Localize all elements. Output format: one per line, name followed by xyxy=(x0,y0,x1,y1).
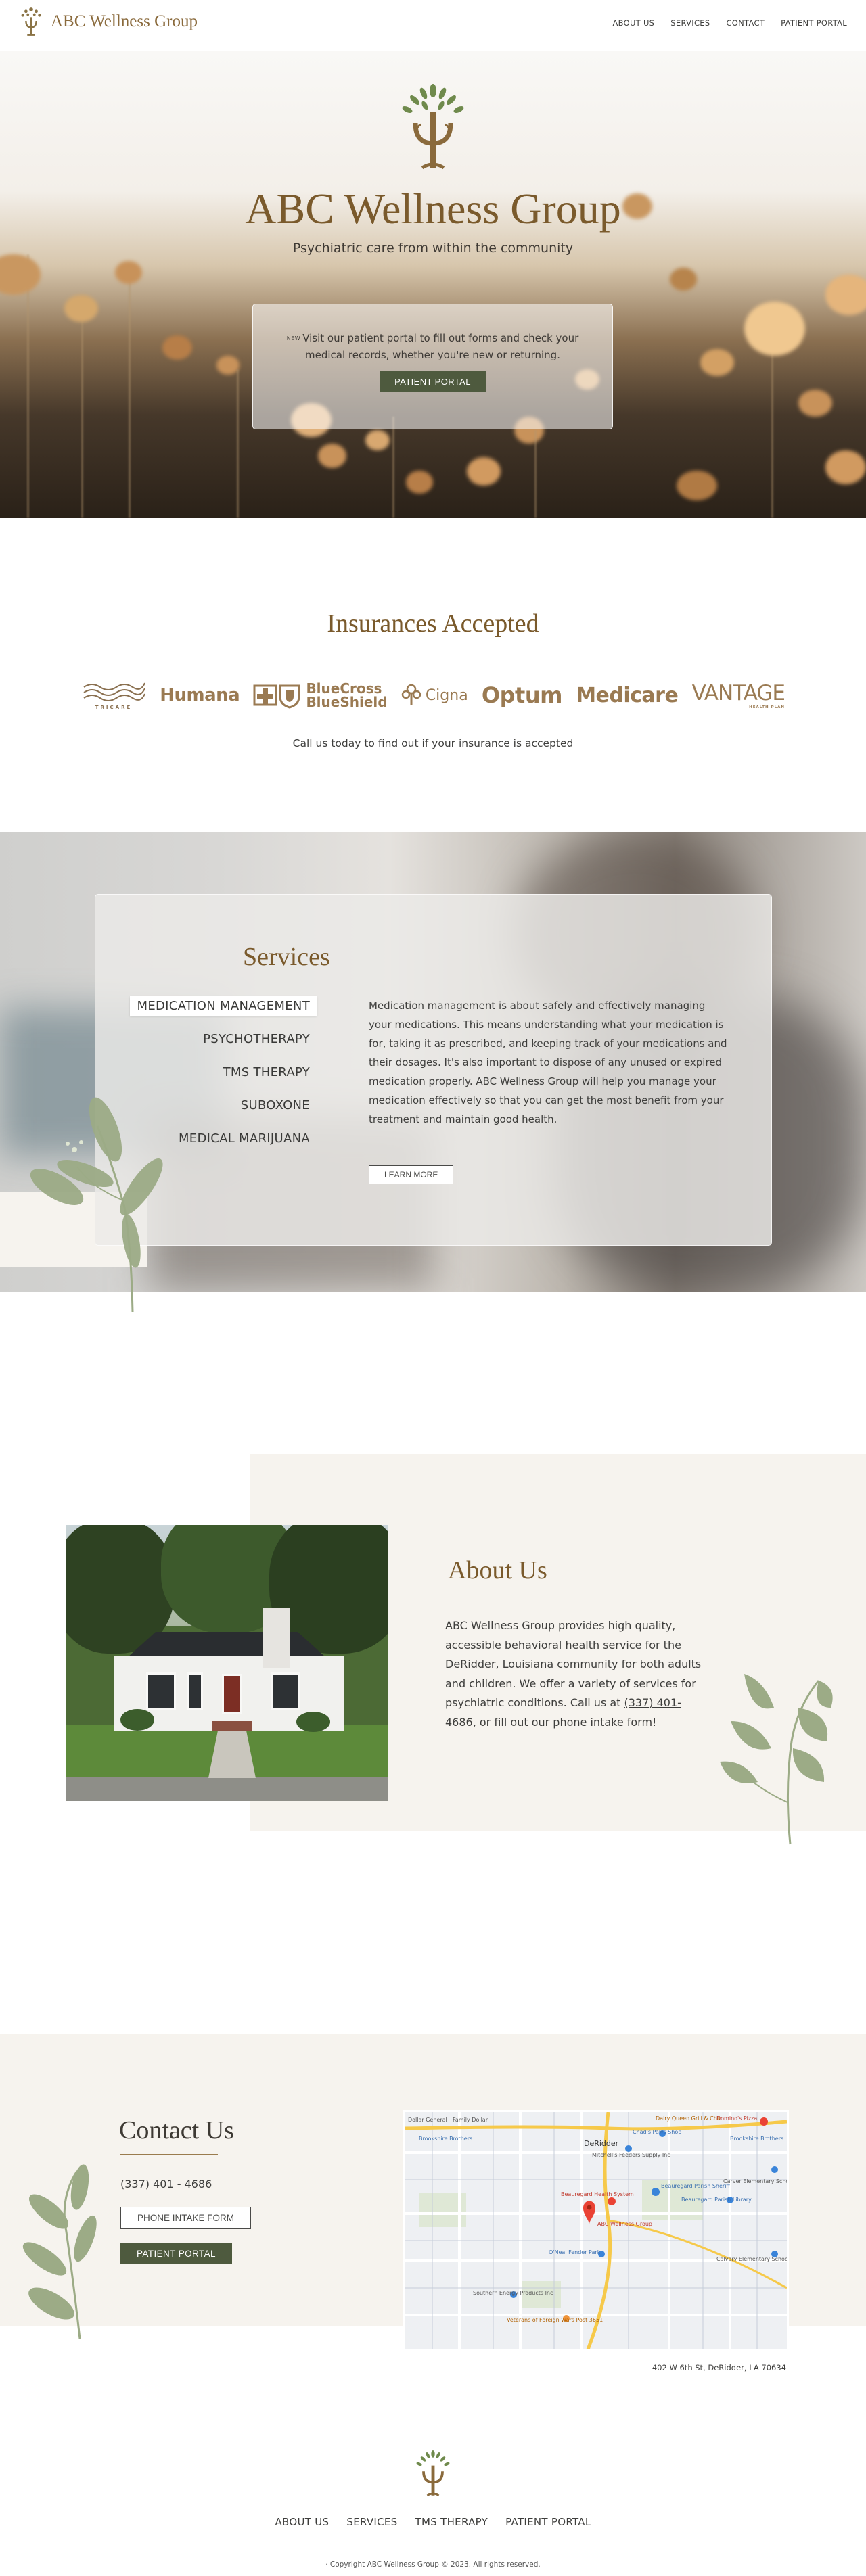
hero-section: ABC Wellness Group Psychiatric care from… xyxy=(0,51,866,518)
nav-link-patient-portal[interactable]: PATIENT PORTAL xyxy=(781,18,847,28)
cross-shield-icon xyxy=(253,684,300,709)
about-title: About Us xyxy=(448,1556,547,1585)
service-tab-psychotherapy[interactable]: PSYCHOTHERAPY xyxy=(196,1029,317,1049)
phone-intake-form-button[interactable]: PHONE INTAKE FORM xyxy=(120,2207,252,2229)
copyright: · Copyright ABC Wellness Group © 2023. A… xyxy=(325,2560,541,2569)
insurance-call-text: Call us today to find out if your insura… xyxy=(292,737,574,749)
service-tab-medication-management[interactable]: MEDICATION MANAGEMENT xyxy=(130,996,317,1016)
medicare-logo: Medicare xyxy=(576,683,679,707)
footer-link-tms-therapy[interactable]: TMS THERAPY xyxy=(415,2516,488,2528)
contact-title: Contact Us xyxy=(119,2116,234,2145)
insurance-logos: TRICARE Humana BlueCross BlueShield Cign xyxy=(81,675,785,716)
brand[interactable]: ABC Wellness Group xyxy=(18,5,198,38)
patient-portal-description: Visit our patient portal to fill out for… xyxy=(302,332,579,361)
svg-text:Mitchell's Feeders Supply Inc: Mitchell's Feeders Supply Inc xyxy=(592,2152,670,2158)
svg-text:Carver Elementary School: Carver Elementary School xyxy=(723,2178,787,2184)
contact-title-underline xyxy=(120,2154,218,2155)
footer-logo-icon xyxy=(416,2450,450,2496)
nav-link-contact[interactable]: CONTACT xyxy=(726,18,765,28)
hero-title: ABC Wellness Group xyxy=(245,185,621,233)
svg-text:Chad's Paws Shop: Chad's Paws Shop xyxy=(633,2129,681,2135)
svg-text:Brookshire Brothers: Brookshire Brothers xyxy=(730,2136,783,2142)
location-map[interactable]: Dollar General Family Dollar Dairy Queen… xyxy=(403,2110,789,2351)
insurances-title: Insurances Accepted xyxy=(327,609,539,638)
about-description: ABC Wellness Group provides high quality… xyxy=(445,1619,702,1729)
service-description: Medication management is about safely an… xyxy=(369,1000,727,1125)
humana-logo: Humana xyxy=(160,685,240,705)
svg-text:Family Dollar: Family Dollar xyxy=(453,2117,488,2123)
svg-text:Domino's Pizza: Domino's Pizza xyxy=(716,2115,757,2122)
hero-tagline: Psychiatric care from within the communi… xyxy=(292,241,574,256)
bluecross-blueshield-logo: BlueCross BlueShield xyxy=(253,682,388,709)
new-badge: NEW xyxy=(286,335,301,342)
contact-patient-portal-button[interactable]: PATIENT PORTAL xyxy=(120,2243,232,2264)
svg-text:Beauregard Parish Sheriff: Beauregard Parish Sheriff xyxy=(661,2183,730,2189)
hero-patient-portal-button[interactable]: PATIENT PORTAL xyxy=(380,371,486,392)
top-navigation: ABC Wellness Group ABOUT US SERVICES CON… xyxy=(0,0,866,51)
leaf-branch-icon xyxy=(720,1674,833,1845)
patient-portal-text: NEW Visit our patient portal to fill out … xyxy=(274,330,592,363)
service-tab-medical-marijuana[interactable]: MEDICAL MARIJUANA xyxy=(172,1129,317,1148)
svg-text:Brookshire Brothers: Brookshire Brothers xyxy=(419,2136,472,2142)
phone-intake-form-link[interactable]: phone intake form xyxy=(553,1716,652,1729)
svg-text:O'Neal Fender Park: O'Neal Fender Park xyxy=(549,2249,601,2255)
contact-address: 402 W 6th St, DeRidder, LA 70634 xyxy=(652,2363,786,2372)
brand-name: ABC Wellness Group xyxy=(51,12,198,30)
footer-link-about-us[interactable]: ABOUT US xyxy=(275,2516,329,2528)
contact-phone[interactable]: (337) 401 - 4686 xyxy=(120,2178,212,2191)
footer-link-patient-portal[interactable]: PATIENT PORTAL xyxy=(505,2516,591,2528)
brand-logo-icon xyxy=(21,7,41,36)
svg-text:DeRidder: DeRidder xyxy=(584,2139,619,2148)
nav-link-about-us[interactable]: ABOUT US xyxy=(612,18,654,28)
nav-links: ABOUT US SERVICES CONTACT PATIENT PORTAL xyxy=(612,18,847,28)
optum-logo: Optum xyxy=(481,682,563,708)
svg-text:Calvary Elementary School: Calvary Elementary School xyxy=(716,2256,787,2262)
hero-logo-icon xyxy=(402,84,464,170)
service-tab-tms-therapy[interactable]: TMS THERAPY xyxy=(216,1062,317,1082)
cigna-logo: Cigna xyxy=(401,684,468,707)
about-office-photo xyxy=(66,1525,388,1801)
services-title: Services xyxy=(243,943,330,971)
footer-link-services[interactable]: SERVICES xyxy=(346,2516,397,2528)
vantage-logo: VANTAGE HEALTH PLAN xyxy=(691,681,785,709)
services-card: Services MEDICATION MANAGEMENT PSYCHOTHE… xyxy=(95,894,772,1246)
map-poi-icon xyxy=(760,2117,768,2126)
learn-more-button[interactable]: LEARN MORE xyxy=(369,1165,454,1184)
svg-text:Veterans of Foreign Wars Post: Veterans of Foreign Wars Post 3651 xyxy=(507,2317,603,2323)
patient-portal-card: NEW Visit our patient portal to fill out … xyxy=(252,304,613,429)
service-tab-suboxone[interactable]: SUBOXONE xyxy=(234,1096,317,1115)
eucalyptus-branch-icon xyxy=(30,1097,163,1313)
svg-text:Dairy Queen Grill & Chill: Dairy Queen Grill & Chill xyxy=(656,2115,721,2122)
svg-text:Dollar General: Dollar General xyxy=(408,2117,447,2123)
svg-text:Beauregard Parish Library: Beauregard Parish Library xyxy=(681,2197,752,2203)
nav-link-services[interactable]: SERVICES xyxy=(670,18,710,28)
tricare-waves-icon xyxy=(83,682,145,701)
svg-text:Southern Energy Products Inc: Southern Energy Products Inc xyxy=(473,2290,553,2296)
contact-leaf-branch-icon xyxy=(22,2164,97,2339)
footer-links: ABOUT US SERVICES TMS THERAPY PATIENT PO… xyxy=(0,2516,866,2528)
cigna-tree-icon xyxy=(401,684,421,705)
svg-text:Beauregard Health System: Beauregard Health System xyxy=(561,2191,634,2197)
svg-text:ABC Wellness Group: ABC Wellness Group xyxy=(597,2221,652,2227)
tricare-logo: TRICARE xyxy=(81,680,146,710)
